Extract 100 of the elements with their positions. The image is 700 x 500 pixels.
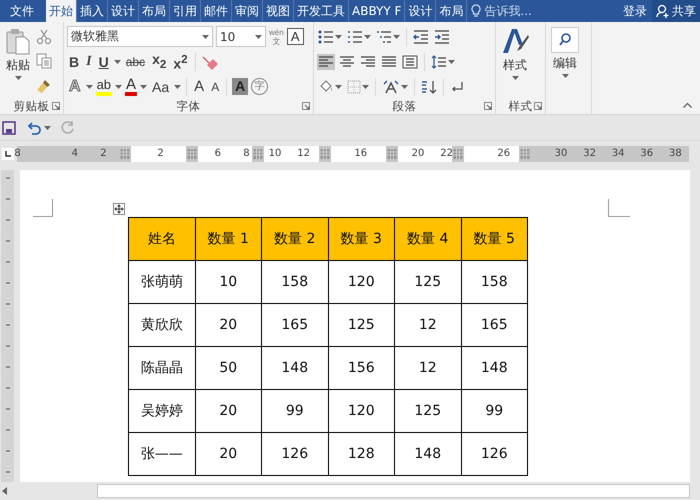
column-marker-icon[interactable]	[254, 149, 263, 159]
bullets-icon[interactable]	[318, 30, 334, 44]
paragraph-marks-icon[interactable]	[450, 80, 464, 94]
scroll-left-icon[interactable]	[0, 485, 10, 497]
caret-icon[interactable]	[512, 76, 518, 80]
caret-icon[interactable]	[86, 84, 93, 88]
ruler-number: 22	[440, 147, 453, 161]
font-color-button[interactable]: A	[125, 78, 138, 96]
dialog-launcher-icon[interactable]	[534, 102, 542, 110]
dialog-launcher-icon[interactable]	[484, 102, 492, 110]
table-cell: 99	[262, 390, 328, 432]
sort-icon[interactable]	[421, 80, 437, 94]
character-shading-button[interactable]: A	[232, 78, 248, 95]
caret-icon[interactable]	[114, 60, 121, 64]
table-cell: 125	[394, 260, 461, 304]
share-button[interactable]: 共享	[652, 0, 700, 22]
caret-icon[interactable]	[448, 60, 455, 64]
font-size-field[interactable]: 10	[216, 26, 266, 47]
ribbon-tab[interactable]: 文件	[0, 0, 44, 22]
column-marker-icon[interactable]	[520, 149, 530, 159]
caret-icon[interactable]	[362, 84, 369, 88]
ribbon-tab[interactable]: 开始	[46, 0, 77, 22]
subscript-button[interactable]: x$_{2}$	[150, 50, 168, 74]
table-cell: 120	[328, 260, 394, 304]
character-border-button[interactable]: A	[286, 28, 304, 45]
clipboard-icon	[5, 27, 31, 55]
increase-indent-icon[interactable]	[434, 30, 450, 44]
column-marker-icon[interactable]	[187, 149, 196, 159]
ruler-number: 16	[354, 147, 368, 161]
highlight-button[interactable]: ab	[96, 78, 112, 96]
caret-icon[interactable]	[335, 84, 342, 88]
caret-icon[interactable]	[174, 84, 182, 88]
group-label: 段落	[392, 98, 416, 114]
superscript-button[interactable]: x$^{2}$	[171, 50, 190, 72]
table-cell: 50	[195, 346, 262, 390]
caret-icon[interactable]	[14, 76, 22, 80]
undo-icon[interactable]	[26, 120, 42, 134]
column-marker-icon[interactable]	[387, 149, 396, 159]
phonetic-guide-button[interactable]: wén 文	[269, 28, 284, 46]
styles-button[interactable]: 样式	[499, 25, 531, 98]
ruler-number: 20	[412, 147, 424, 161]
editing-button[interactable]: 编辑	[549, 25, 581, 114]
column-marker-icon[interactable]	[320, 149, 330, 159]
table-cell: 125	[328, 304, 394, 346]
align-center-icon[interactable]	[339, 54, 355, 68]
crop-mark	[608, 199, 630, 217]
bold-button[interactable]: B	[67, 52, 82, 70]
decrease-indent-icon[interactable]	[413, 30, 429, 44]
underline-button[interactable]: U	[96, 52, 111, 70]
dialog-launcher-icon[interactable]	[52, 102, 60, 110]
caret-icon[interactable]	[562, 74, 568, 78]
caret-icon[interactable]	[401, 84, 408, 88]
column-header: 数量 5	[461, 218, 528, 260]
caret-icon[interactable]	[115, 84, 122, 88]
change-case-button[interactable]: Aa	[150, 78, 172, 96]
save-icon[interactable]	[2, 120, 16, 134]
collapse-ribbon-icon[interactable]	[683, 102, 692, 108]
numbering-icon[interactable]	[347, 30, 363, 44]
shrink-font-button[interactable]: A	[209, 78, 222, 96]
justify-icon[interactable]	[381, 54, 397, 68]
dialog-launcher-icon[interactable]	[302, 102, 310, 110]
caret-icon[interactable]	[335, 34, 342, 38]
tab-selector-icon[interactable]	[2, 148, 14, 160]
strikethrough-button[interactable]: abc	[124, 52, 148, 70]
sign-in-link[interactable]: 登录	[618, 0, 652, 22]
caret-icon[interactable]	[202, 34, 209, 38]
multilevel-list-icon[interactable]	[376, 30, 392, 44]
align-left-icon[interactable]	[318, 54, 334, 68]
table-cell: 158	[262, 260, 328, 304]
line-spacing-icon[interactable]	[431, 54, 447, 68]
grow-font-button[interactable]: A	[192, 78, 206, 96]
borders-icon[interactable]	[347, 80, 361, 94]
scrollbar-thumb[interactable]	[97, 484, 690, 498]
column-marker-icon[interactable]	[120, 149, 130, 159]
font-name-field[interactable]: 微软雅黑	[67, 26, 213, 47]
table-move-handle-icon[interactable]	[113, 203, 125, 215]
tell-me-field[interactable]: 告诉我...	[484, 4, 546, 18]
column-marker-icon[interactable]	[454, 149, 463, 159]
italic-button[interactable]: I	[84, 52, 94, 70]
align-right-icon[interactable]	[360, 54, 376, 68]
styles-icon	[501, 27, 529, 55]
paste-button[interactable]: 粘贴	[3, 25, 33, 98]
column-header: 姓名	[128, 218, 195, 260]
ruler-number: 8	[14, 147, 21, 161]
caret-icon[interactable]	[364, 34, 371, 38]
asian-layout-icon[interactable]	[382, 80, 400, 94]
table-cell: 158	[461, 260, 528, 304]
table-cell: 126	[461, 432, 528, 476]
caret-icon[interactable]	[393, 34, 400, 38]
enclose-characters-button[interactable]: 字	[251, 78, 268, 95]
caret-icon[interactable]	[140, 84, 148, 88]
copy-icon[interactable]	[36, 53, 52, 70]
distributed-icon[interactable]	[402, 54, 418, 68]
ruler-number: 38	[669, 147, 682, 161]
paintbrush-icon[interactable]	[36, 78, 52, 94]
scissors-icon[interactable]	[36, 29, 52, 46]
paint-bucket-icon[interactable]	[318, 80, 334, 94]
column-header: 数量 1	[195, 218, 262, 260]
caret-icon[interactable]	[44, 126, 51, 130]
caret-icon[interactable]	[255, 34, 262, 38]
